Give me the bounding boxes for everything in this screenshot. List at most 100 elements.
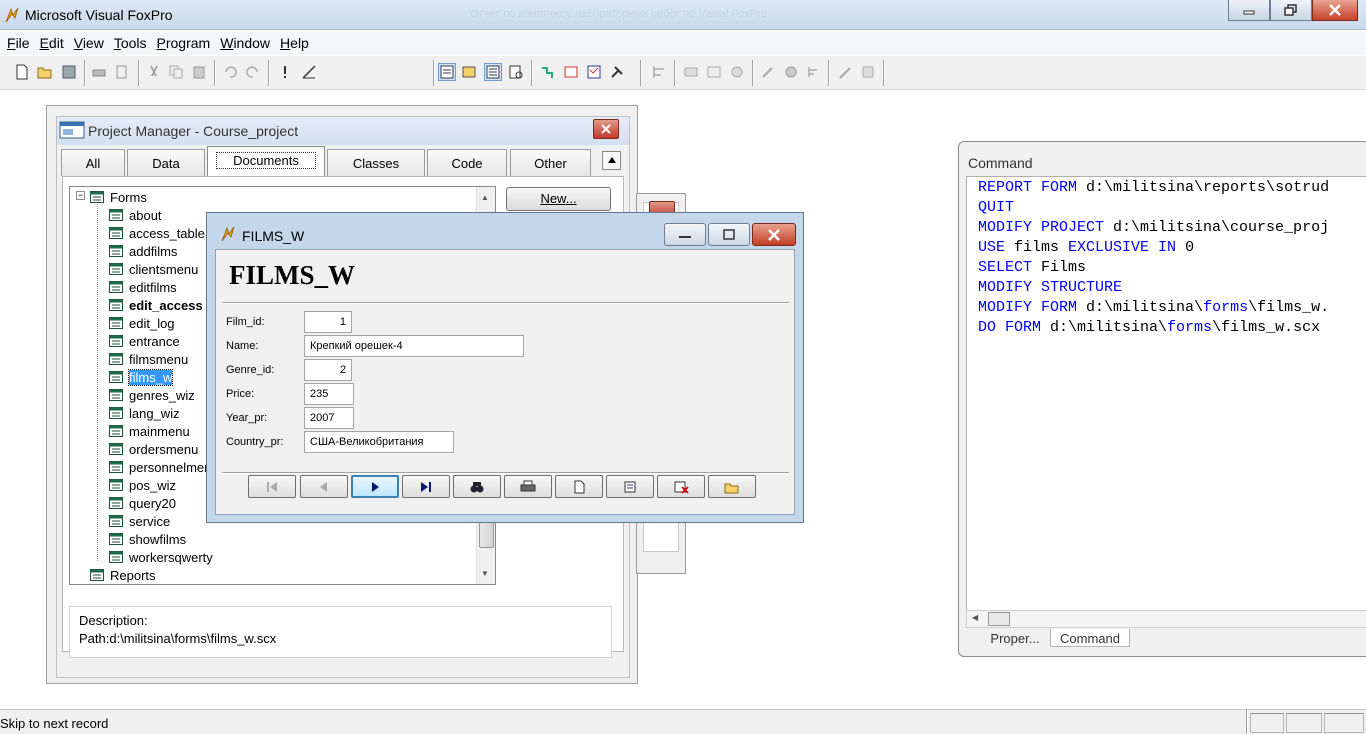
menu-file[interactable]: File [2,35,35,51]
tree-item-lang-wiz[interactable]: lang_wiz [109,404,180,422]
command-editor[interactable]: REPORT FORM d:\militsina\reports\sotrud Q… [966,176,1366,612]
minimize-button[interactable] [1228,0,1270,21]
first-record-button[interactable] [248,475,296,498]
cut-icon[interactable] [145,63,163,81]
find-button[interactable] [453,475,501,498]
tree-item-clientsmenu[interactable]: clientsmenu [109,260,198,278]
tree-item-service[interactable]: service [109,512,170,530]
tree-item-edit-log[interactable]: edit_log [109,314,175,332]
print-preview-icon[interactable] [113,63,131,81]
tab-properties[interactable]: Proper... [981,629,1049,647]
tree-item-edit-access[interactable]: edit_access [109,296,203,314]
tools-icon[interactable] [759,63,777,81]
scroll-thumb[interactable] [988,612,1010,626]
edit-record-button[interactable] [606,475,654,498]
tree-item-ordersmenu[interactable]: ordersmenu [109,440,198,458]
exit-form-button[interactable] [708,475,756,498]
scroll-left-icon[interactable]: ◀ [972,613,978,622]
menu-view[interactable]: View [69,35,109,51]
menu-tools[interactable]: Tools [109,35,152,51]
tab-data[interactable]: Data [127,149,205,176]
tree-item-pos-wiz[interactable]: pos_wiz [109,476,176,494]
data-session-icon[interactable] [460,63,478,81]
project-manager-close-button[interactable] [593,119,619,139]
menu-edit[interactable]: Edit [35,35,69,51]
name-field[interactable]: Крепкий орешек-4 [304,335,524,357]
layout-align-icon[interactable] [650,63,668,81]
wizard-icon[interactable] [837,63,855,81]
close-button[interactable] [1312,0,1358,21]
tree-item-mainmenu[interactable]: mainmenu [109,422,190,440]
properties-icon[interactable] [484,63,502,81]
document-view-icon[interactable] [585,63,603,81]
new-button[interactable]: New... [506,187,611,211]
tab-other[interactable]: Other [510,149,591,176]
print-button[interactable] [504,475,552,498]
genre-id-field[interactable]: 2 [304,359,352,381]
save-icon[interactable] [60,63,78,81]
redo-icon[interactable] [244,63,262,81]
tree-item-films-w[interactable]: films_w [109,368,174,386]
last-record-button[interactable] [402,475,450,498]
run-icon[interactable] [276,63,294,81]
autoformat-icon[interactable] [728,63,746,81]
menu-help[interactable]: Help [275,35,314,51]
tree-item-about[interactable]: about [109,206,162,224]
tab-documents[interactable]: Documents [207,146,325,176]
form-control-icon[interactable] [682,63,700,81]
tab-classes[interactable]: Classes [327,149,425,176]
tab-code[interactable]: Code [427,149,507,176]
tree-item-filmsmenu[interactable]: filmsmenu [109,350,188,368]
open-folder-icon[interactable] [36,63,54,81]
command-horizontal-scrollbar[interactable]: ◀ [966,610,1366,628]
collapse-button[interactable] [602,151,621,170]
print-icon[interactable] [90,63,108,81]
command-window-icon[interactable] [438,63,456,81]
collapse-node-icon[interactable]: − [76,191,85,200]
tab-all[interactable]: All [61,149,125,176]
delete-record-button[interactable] [657,475,705,498]
year-field[interactable]: 2007 [304,407,354,429]
scroll-up-icon[interactable]: ▲ [481,193,489,202]
tree-item-access-table[interactable]: access_table [109,224,205,242]
tree-item-entrance[interactable]: entrance [109,332,180,350]
modify-form-icon[interactable] [300,63,318,81]
form-builder-icon[interactable] [705,63,723,81]
new-file-icon[interactable] [13,63,31,81]
tree-item-query20[interactable]: query20 [109,494,176,512]
class-browser-icon[interactable] [539,63,557,81]
trace-icon[interactable] [805,63,823,81]
builder-icon[interactable] [859,63,877,81]
next-record-button[interactable] [351,475,399,498]
tree-item-personnelmenu[interactable]: personnelmenu [109,458,219,476]
toolbox-icon[interactable] [608,63,626,81]
tree-item-workersqwerty[interactable]: workersqwerty [109,548,213,566]
code-references-icon[interactable] [507,63,525,81]
tab-command[interactable]: Command [1050,629,1130,647]
tree-item-editfilms[interactable]: editfilms [109,278,177,296]
scroll-thumb[interactable] [479,522,494,548]
menu-program[interactable]: Program [152,35,216,51]
undo-icon[interactable] [221,63,239,81]
tree-item-addfilms[interactable]: addfilms [109,242,177,260]
object-browser-icon[interactable] [562,63,580,81]
price-field[interactable]: 235 [304,383,354,405]
form-close-button[interactable] [752,223,796,246]
country-field[interactable]: США-Великобритания [304,431,454,453]
form-maximize-button[interactable] [708,223,750,246]
restore-button[interactable] [1270,0,1312,21]
debugger-icon[interactable] [782,63,800,81]
command-line: MODIFY STRUCTURE [978,279,1123,296]
tree-node-forms[interactable]: Forms [90,188,147,206]
tree-item-showfilms[interactable]: showfilms [109,530,186,548]
menu-window[interactable]: Window [215,35,275,51]
scroll-down-icon[interactable]: ▼ [481,569,489,578]
tree-node-reports[interactable]: Reports [90,566,156,584]
copy-icon[interactable] [167,63,185,81]
tree-item-genres-wiz[interactable]: genres_wiz [109,386,195,404]
previous-record-button[interactable] [300,475,348,498]
add-record-button[interactable] [555,475,603,498]
form-minimize-button[interactable] [664,223,706,246]
film-id-field[interactable]: 1 [304,311,352,333]
paste-icon[interactable] [190,63,208,81]
